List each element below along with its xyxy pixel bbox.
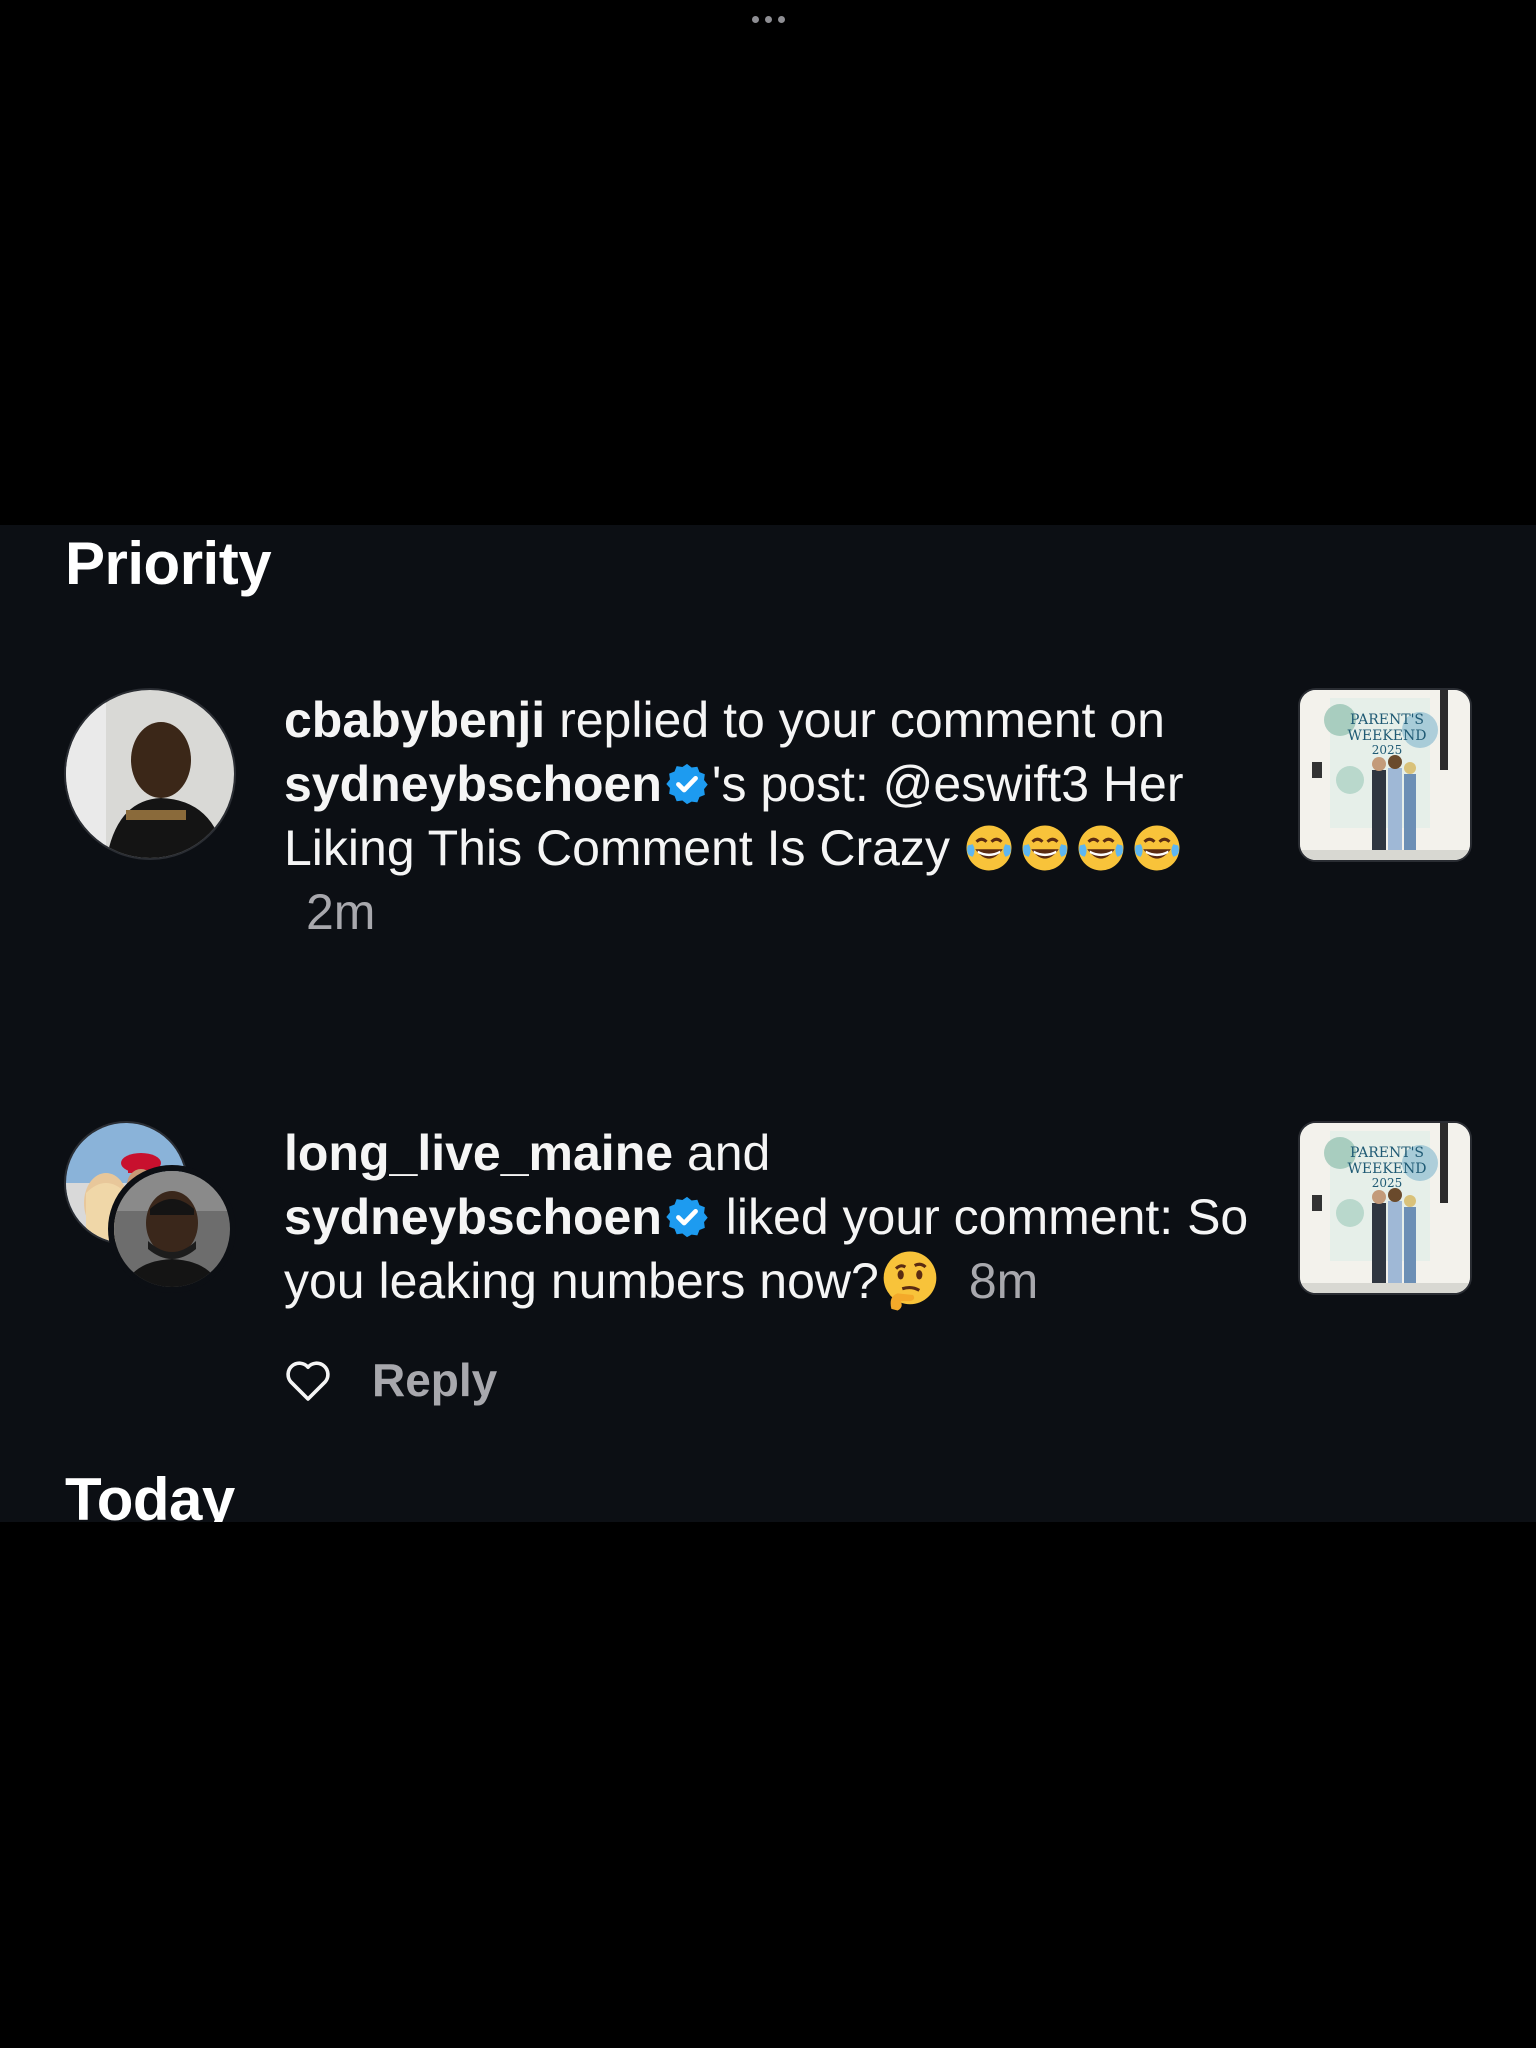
thumbnail-caption: PARENT'S [1350, 1145, 1424, 1161]
avatar[interactable] [64, 688, 236, 860]
svg-text:2025: 2025 [1372, 743, 1403, 757]
comment-actions: Reply [284, 1353, 497, 1407]
username-link[interactable]: cbabybenji [284, 692, 545, 748]
avatar[interactable] [108, 1165, 236, 1293]
svg-text:2025: 2025 [1372, 1176, 1403, 1190]
heart-outline-icon[interactable] [284, 1358, 332, 1402]
more-dots-icon[interactable] [751, 16, 785, 23]
svg-text:WEEKEND: WEEKEND [1348, 728, 1427, 744]
reply-button[interactable]: Reply [372, 1353, 497, 1407]
verified-badge-icon [666, 1196, 708, 1238]
section-title-today: Today [65, 1466, 235, 1522]
post-thumbnail[interactable]: PARENT'S WEEKEND 2025 [1298, 688, 1472, 862]
notification-text: long_live_maine and sydneybschoen liked y… [284, 1121, 1264, 1313]
notifications-panel: Priority cbabybenji replied to your comm… [0, 525, 1536, 1522]
thumbnail-caption: PARENT'S [1350, 712, 1424, 728]
drag-handle[interactable] [0, 10, 1536, 28]
username-link[interactable]: sydneybschoen [284, 756, 662, 812]
verified-badge-icon [666, 763, 708, 805]
notification-text: cbabybenji replied to your comment on sy… [284, 688, 1264, 944]
post-thumbnail[interactable]: PARENT'S WEEKEND 2025 [1298, 1121, 1472, 1295]
bottom-area [0, 1522, 1536, 2048]
username-link[interactable]: long_live_maine [284, 1125, 673, 1181]
svg-text:WEEKEND: WEEKEND [1348, 1161, 1427, 1177]
stacked-avatars[interactable] [64, 1121, 244, 1301]
section-title-priority: Priority [65, 530, 272, 597]
tears-of-joy-emoji-icon [964, 820, 1188, 876]
timestamp: 8m [968, 1253, 1039, 1309]
username-link[interactable]: sydneybschoen [284, 1189, 662, 1245]
thinking-face-emoji-icon [883, 1251, 937, 1311]
timestamp: 2m [306, 884, 376, 940]
